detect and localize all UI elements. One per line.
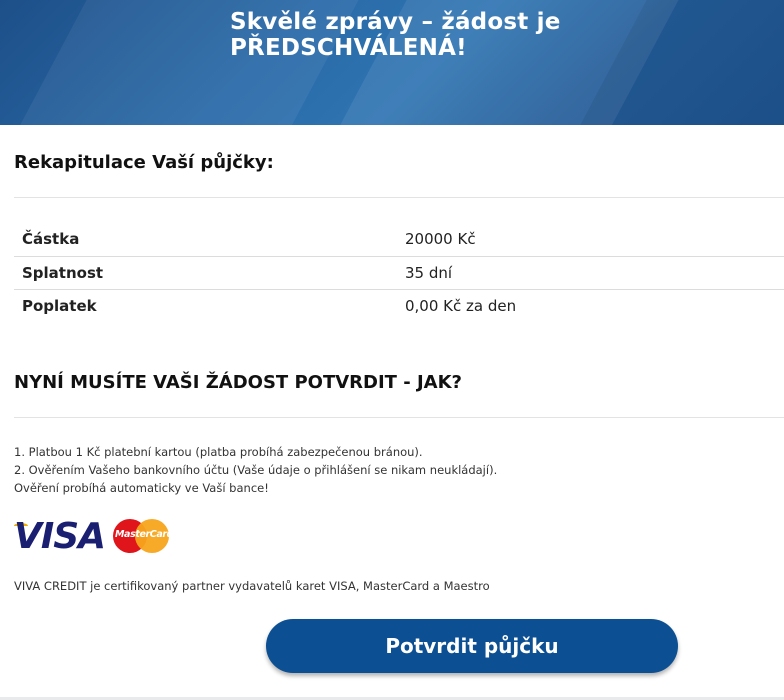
confirmation-steps: 1. Platbou 1 Kč platební kartou (platba … — [14, 443, 497, 497]
hero-title: Skvělé zprávy – žádost je PŘEDSCHVÁLENÁ! — [230, 9, 561, 61]
visa-logo: VISA — [14, 516, 106, 557]
hero-banner: Skvělé zprávy – žádost je PŘEDSCHVÁLENÁ! — [0, 0, 784, 125]
table-row: Poplatek 0,00 Kč za den — [14, 289, 784, 322]
term-value: 35 dní — [405, 256, 784, 290]
summary-title: Rekapitulace Vaší půjčky: — [14, 152, 274, 173]
step-card-payment: 1. Platbou 1 Kč platební kartou (platba … — [14, 445, 423, 459]
divider — [14, 197, 784, 198]
amount-value: 20000 Kč — [405, 223, 784, 257]
divider — [14, 417, 784, 418]
loan-summary-card: Rekapitulace Vaší půjčky: Částka 20000 K… — [0, 125, 784, 697]
amount-label: Částka — [14, 223, 405, 257]
fee-label: Poplatek — [22, 296, 97, 315]
mastercard-logo: MasterCard — [113, 519, 173, 553]
partner-note: VIVA CREDIT je certifikovaný partner vyd… — [14, 579, 490, 593]
table-row: Částka 20000 Kč — [14, 223, 784, 257]
step-note: Ověření probíhá automaticky ve Vaší banc… — [14, 481, 269, 495]
card-logos: VISA MasterCard — [14, 517, 174, 557]
step-bank-verification: 2. Ověřením Vašeho bankovního účtu (Vaše… — [14, 463, 498, 477]
fee-value: 0,00 Kč za den — [405, 296, 517, 315]
loan-summary-table: Částka 20000 Kč Splatnost 35 dní Poplate… — [14, 223, 784, 322]
term-label: Splatnost — [14, 256, 405, 290]
confirm-loan-button[interactable]: Potvrdit půjčku — [266, 619, 678, 673]
mastercard-wordmark: MasterCard — [115, 529, 174, 540]
confirm-title: NYNÍ MUSÍTE VAŠI ŽÁDOST POTVRDIT - JAK? — [14, 372, 462, 393]
table-row: Splatnost 35 dní — [14, 256, 784, 290]
